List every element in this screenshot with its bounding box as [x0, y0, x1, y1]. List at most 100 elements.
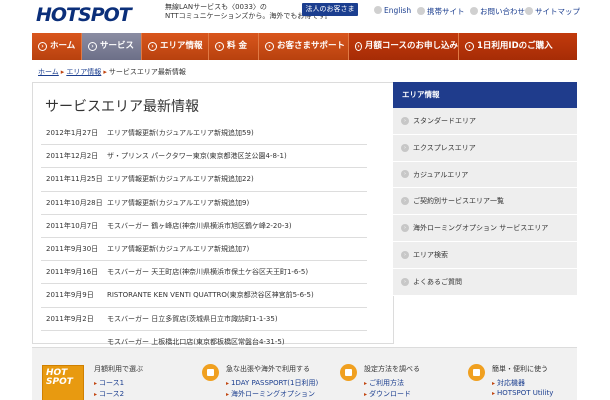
chevron-right-icon: › — [401, 250, 409, 259]
sidebar-menu-label: エクスプレスエリア — [413, 143, 476, 152]
footer-1day-passport-link[interactable]: 1DAY PASSPORT(1日利用) — [226, 378, 318, 388]
english-link[interactable]: English — [374, 6, 411, 15]
nav-fee[interactable]: › 料 金 — [209, 33, 259, 60]
news-date: 2011年12月2日 — [46, 152, 99, 161]
footer-course2-link[interactable]: コース2 — [94, 389, 124, 399]
sidebar-menu-item[interactable]: › スタンダードエリア — [393, 108, 577, 135]
chevron-right-icon: › — [148, 42, 157, 51]
news-text: エリア情報更新(カジュアルエリア新規追加59) — [107, 129, 254, 137]
news-date: 2011年9月16日 — [46, 268, 99, 277]
news-row: 2011年10月7日 モスバーガー 鶴ヶ峰店(神奈川県横浜市旭区鶴ケ峰2-20-3… — [41, 215, 367, 238]
nav-support[interactable]: › お客さまサポート — [259, 33, 349, 60]
news-date: 2011年10月7日 — [46, 221, 99, 230]
chevron-right-icon: › — [215, 42, 224, 51]
news-text: モスバーガー 日立多賀店(茨城県日立市諏訪町1-1-35) — [107, 314, 278, 323]
footer-travel-section: 急な出張や海外で利用する 1DAY PASSPORT(1日利用) 海外ローミング… — [200, 348, 350, 400]
news-row: 2012年1月27日 エリア情報更新(カジュアルエリア新規追加59) — [41, 122, 367, 146]
news-date: 2011年9月9日 — [46, 291, 94, 300]
business-customers-button[interactable]: 法人のお客さま — [302, 3, 358, 16]
nav-monthly-signup[interactable]: › 月額コースのお申し込み — [349, 33, 459, 60]
footer-setup-title: 設定方法を調べる — [364, 365, 420, 373]
sidebar-menu-label: エリア検索 — [413, 250, 448, 259]
globe-icon — [374, 6, 382, 14]
news-list: 2012年1月27日 エリア情報更新(カジュアルエリア新規追加59) 2011年12… — [41, 122, 367, 354]
hotspot-logo[interactable]: HOTSPOT — [36, 4, 132, 26]
sidebar-menu-label: スタンダードエリア — [413, 116, 476, 125]
mobile-site-link[interactable]: 携帯サイト — [417, 6, 465, 17]
footer-convenience-section: 簡単・便利に使う 対応機器 HOTSPOT Utility — [466, 348, 577, 400]
news-row: 2011年12月2日 ザ・プリンス パークタワー東京(東京都港区芝公園4-8-1) — [41, 145, 367, 169]
news-date: 2011年9月2日 — [46, 314, 94, 323]
mail-icon — [470, 7, 478, 15]
footer-monthly-section: HOT SPOT 月額利用で選ぶ コース1 コース2 — [38, 348, 198, 400]
sitemap-link[interactable]: サイトマップ — [525, 6, 580, 17]
chevron-right-icon: › — [401, 116, 409, 125]
footer-convenience-title: 簡単・便利に使う — [492, 365, 548, 373]
news-row: 2011年9月9日 RISTORANTE KEN VENTI QUATTRO(東京… — [41, 284, 367, 308]
footer-utility-link[interactable]: HOTSPOT Utility — [492, 389, 553, 397]
chevron-right-icon: › — [401, 277, 409, 286]
chevron-right-icon: › — [401, 197, 409, 206]
sidebar-menu-item[interactable]: › ご契約別サービスエリア一覧 — [393, 188, 577, 216]
news-text: ザ・プリンス パークタワー東京(東京都港区芝公園4-8-1) — [107, 152, 287, 161]
sidebar-menu-item[interactable]: › よくあるご質問 — [393, 268, 577, 296]
nav-home[interactable]: › ホーム — [32, 33, 82, 60]
nav-area-info[interactable]: › エリア情報 — [142, 33, 209, 60]
sitemap-icon — [525, 7, 533, 15]
news-text: モスバーガー 鶴ヶ峰店(神奈川県横浜市旭区鶴ケ峰2-20-3) — [107, 221, 292, 230]
breadcrumb-separator-icon: ▸ — [60, 68, 65, 76]
breadcrumb-current: サービスエリア最新情報 — [108, 68, 186, 76]
main-content: サービスエリア最新情報 2012年1月27日 エリア情報更新(カジュアルエリア新規… — [32, 82, 394, 354]
contact-link[interactable]: お問い合わせ — [470, 6, 525, 17]
footer-course1-link[interactable]: コース1 — [94, 378, 124, 388]
sidebar-menu-label: よくあるご質問 — [413, 277, 462, 286]
chevron-right-icon: › — [355, 42, 362, 51]
top-bar: HOTSPOT 無線LANサービスも〈0033〉の NTTコミュニケーションズか… — [0, 0, 610, 28]
chevron-right-icon: › — [401, 224, 409, 233]
sidebar-menu-item[interactable]: › エクスプレスエリア — [393, 134, 577, 162]
phone-icon — [417, 7, 425, 15]
footer-roaming-link[interactable]: 海外ローミングオプション — [226, 389, 315, 399]
sidebar-menu-label: ご契約別サービスエリア一覧 — [413, 197, 504, 206]
footer-monthly-title: 月額利用で選ぶ — [94, 365, 143, 373]
news-date: 2011年11月25日 — [46, 175, 103, 184]
sidebar-heading: エリア情報 — [393, 82, 577, 108]
footer-travel-title: 急な出張や海外で利用する — [226, 365, 310, 373]
sidebar-menu-item[interactable]: › カジュアルエリア — [393, 161, 577, 189]
news-text: エリア情報更新(カジュアルエリア新規追加7) — [107, 244, 250, 253]
news-text: エリア情報更新(カジュアルエリア新規追加22) — [107, 175, 254, 184]
breadcrumb: ホーム ▸ エリア情報 ▸ サービスエリア最新情報 — [38, 67, 186, 77]
hotspot-logo-thumbnail[interactable]: HOT SPOT — [42, 365, 84, 400]
news-row: 2011年9月16日 モスバーガー 天王町店(神奈川県横浜市保土ケ谷区天王町1-6… — [41, 261, 367, 285]
news-text: モスバーガー 天王町店(神奈川県横浜市保土ケ谷区天王町1-6-5) — [107, 268, 309, 277]
sidebar-menu-item[interactable]: › エリア検索 — [393, 241, 577, 269]
footer-setup-section: 設定方法を調べる ご利用方法 ダウンロード — [338, 348, 458, 400]
chevron-right-icon: › — [88, 42, 97, 51]
news-text: エリア情報更新(カジュアルエリア新規追加9) — [107, 198, 250, 207]
sidebar-menu-item[interactable]: › 海外ローミングオプション サービスエリア — [393, 215, 577, 242]
news-date: 2011年10月28日 — [46, 198, 103, 207]
news-text: RISTORANTE KEN VENTI QUATTRO(東京都渋谷区神宮前5-… — [107, 291, 314, 300]
nav-service[interactable]: › サービス — [82, 33, 142, 60]
news-date: 2011年9月30日 — [46, 244, 99, 253]
footer-download-link[interactable]: ダウンロード — [364, 389, 411, 399]
sidebar-menu-label: カジュアルエリア — [413, 170, 469, 179]
breadcrumb-home[interactable]: ホーム — [38, 68, 59, 76]
news-row: 2011年11月25日 エリア情報更新(カジュアルエリア新規追加22) — [41, 168, 367, 192]
chevron-right-icon: › — [465, 42, 474, 51]
chevron-right-icon: › — [265, 42, 274, 51]
news-row: 2011年10月28日 エリア情報更新(カジュアルエリア新規追加9) — [41, 192, 367, 215]
sidebar-menu-label: 海外ローミングオプション サービスエリア — [413, 224, 549, 233]
chevron-right-icon: › — [401, 170, 409, 179]
sidebar-menu: › スタンダードエリア › エクスプレスエリア › カジュアルエリア › ご契約別サービスエリ… — [393, 108, 577, 296]
footer-devices-link[interactable]: 対応機器 — [492, 378, 525, 388]
breadcrumb-separator-icon: ▸ — [103, 68, 107, 76]
chevron-right-icon: › — [38, 42, 47, 51]
area-info-sidebar: エリア情報 › スタンダードエリア › エクスプレスエリア › カジュアルエリア › ご契約別… — [393, 82, 577, 296]
footer-banner: HOT SPOT 月額利用で選ぶ コース1 コース2 急な出張や海外で利用する … — [32, 347, 577, 400]
news-date: 2012年1月27日 — [46, 129, 99, 137]
news-row: 2011年9月30日 エリア情報更新(カジュアルエリア新規追加7) — [41, 238, 367, 262]
breadcrumb-area[interactable]: エリア情報 — [66, 68, 101, 76]
footer-howto-link[interactable]: ご利用方法 — [364, 378, 404, 388]
nav-oneday-purchase[interactable]: › 1日利用IDのご購入 — [459, 33, 577, 60]
